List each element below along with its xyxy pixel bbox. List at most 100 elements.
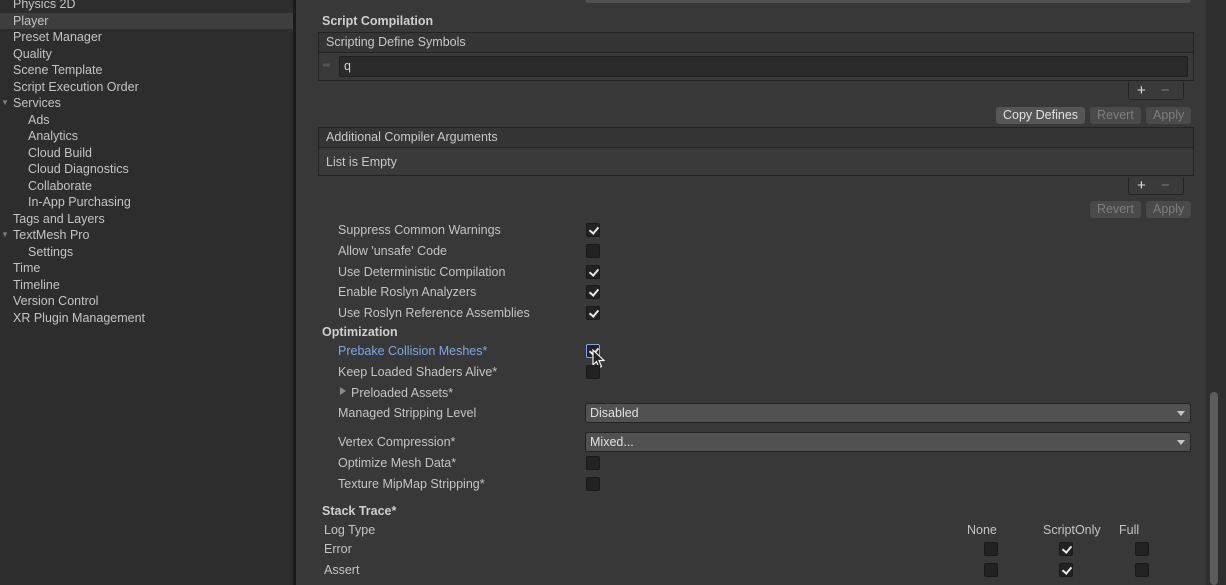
sidebar-item-label: Tags and Layers (13, 211, 105, 226)
sidebar-item-label: Player (13, 13, 49, 28)
chevron-down-icon (1177, 440, 1185, 445)
sidebar-item[interactable]: Ads (0, 112, 293, 129)
assert-none-checkbox[interactable] (984, 563, 998, 577)
remove-icon[interactable]: − (1161, 82, 1170, 100)
error-none-checkbox[interactable] (984, 542, 998, 556)
column-none-header: None (967, 523, 997, 537)
section-title-script-compilation: Script Compilation (322, 14, 434, 28)
cutoff-field[interactable] (585, 0, 1191, 3)
deterministic-compilation-label: Use Deterministic Compilation (338, 265, 506, 279)
sidebar-item-label: TextMesh Pro (13, 228, 90, 242)
sidebar-item[interactable]: Settings (0, 244, 293, 261)
managed-stripping-level-dropdown[interactable]: Disabled (585, 403, 1191, 423)
sidebar-item-label: Time (13, 261, 41, 275)
sidebar-item[interactable]: Analytics (0, 128, 293, 145)
optimize-mesh-data-label: Optimize Mesh Data* (338, 456, 457, 470)
sidebar-item[interactable]: Collaborate (0, 178, 293, 195)
column-full-header: Full (1119, 523, 1140, 537)
expand-arrow-icon[interactable]: ▼ (1, 95, 9, 112)
expand-arrow-icon[interactable]: ▼ (1, 227, 9, 244)
sidebar-item[interactable]: In-App Purchasing (0, 194, 293, 211)
sidebar-item[interactable]: Time (0, 260, 293, 277)
remove-icon[interactable]: − (1161, 177, 1170, 195)
apply-args-button[interactable]: Apply (1146, 201, 1192, 218)
managed-stripping-level-label: Managed Stripping Level (338, 406, 477, 420)
apply-defines-button[interactable]: Apply (1146, 107, 1192, 124)
assert-full-checkbox[interactable] (1135, 563, 1149, 577)
roslyn-reference-assemblies-label: Use Roslyn Reference Assemblies (338, 306, 530, 320)
sidebar-item-label: Quality (13, 46, 52, 61)
sidebar-item[interactable]: Timeline (0, 277, 293, 294)
scripting-define-symbols-header: Scripting Define Symbols (318, 32, 1194, 53)
assert-scriptonly-checkbox[interactable] (1059, 563, 1073, 577)
sidebar-item[interactable]: ▼ TextMesh Pro (0, 227, 293, 244)
allow-unsafe-code-label: Allow 'unsafe' Code (338, 244, 448, 258)
allow-unsafe-code-checkbox[interactable] (586, 244, 600, 258)
sidebar-item[interactable]: Script Execution Order (0, 79, 293, 96)
vertex-compression-label: Vertex Compression* (338, 435, 456, 449)
dropdown-value: Mixed... (590, 435, 634, 449)
section-title-optimization: Optimization (322, 325, 398, 339)
drag-handle-icon[interactable]: ═ (323, 61, 333, 71)
roslyn-analyzers-checkbox[interactable] (586, 285, 600, 299)
revert-defines-button[interactable]: Revert (1090, 107, 1141, 124)
copy-defines-button[interactable]: Copy Defines (996, 107, 1086, 124)
vertex-compression-dropdown[interactable]: Mixed... (585, 432, 1191, 452)
sidebar-item-label: In-App Purchasing (28, 195, 131, 209)
sidebar-item[interactable]: XR Plugin Management (0, 310, 293, 327)
add-icon[interactable]: + (1137, 82, 1146, 100)
chevron-down-icon (1177, 411, 1185, 416)
sidebar-item-label: Script Execution Order (13, 79, 139, 94)
settings-sidebar: Physics 2D Player Preset Manager Quality Sce… (0, 0, 293, 585)
texture-mipmap-stripping-checkbox[interactable] (586, 477, 600, 491)
error-full-checkbox[interactable] (1135, 542, 1149, 556)
sidebar-item-label: Services (13, 96, 61, 110)
roslyn-reference-assemblies-checkbox[interactable] (586, 306, 600, 320)
sidebar-item-label: Version Control (13, 294, 99, 308)
log-type-error-label: Error (324, 542, 352, 556)
sidebar-item-label: Cloud Diagnostics (28, 162, 129, 176)
sidebar-item[interactable]: Cloud Diagnostics (0, 161, 293, 178)
sidebar-item[interactable]: Preset Manager (0, 29, 293, 46)
log-type-header: Log Type (324, 523, 376, 537)
add-icon[interactable]: + (1137, 177, 1146, 195)
sidebar-item[interactable]: Version Control (0, 293, 293, 310)
scrollbar-thumb[interactable] (1210, 392, 1218, 585)
sidebar-item-label: Preset Manager (13, 30, 102, 44)
optimize-mesh-data-checkbox[interactable] (586, 456, 600, 470)
suppress-common-warnings-label: Suppress Common Warnings (338, 223, 501, 237)
deterministic-compilation-checkbox[interactable] (586, 265, 600, 279)
define-symbol-input[interactable]: q (339, 56, 1188, 77)
compiler-args-add-remove: + − (1128, 177, 1184, 195)
preloaded-assets-foldout[interactable]: Preloaded Assets* (351, 384, 453, 402)
error-scriptonly-checkbox[interactable] (1059, 542, 1073, 556)
sidebar-item-label: Scene Template (13, 63, 103, 77)
suppress-common-warnings-checkbox[interactable] (586, 223, 600, 237)
foldout-arrow-icon[interactable] (340, 387, 346, 395)
keep-loaded-shaders-label: Keep Loaded Shaders Alive* (338, 365, 498, 379)
dropdown-value: Disabled (590, 406, 639, 420)
define-symbols-add-remove: + − (1128, 82, 1184, 100)
revert-args-button[interactable]: Revert (1090, 201, 1141, 218)
log-type-assert-label: Assert (324, 563, 360, 577)
sidebar-item[interactable]: Player (0, 12, 293, 29)
sidebar-divider[interactable] (293, 0, 296, 585)
sidebar-item[interactable]: ▼ Services (0, 95, 293, 112)
sidebar-item[interactable]: Physics 2D (0, 0, 293, 13)
sidebar-item-label: Cloud Build (28, 145, 92, 160)
sidebar-item-label: XR Plugin Management (13, 310, 146, 325)
sidebar-item[interactable]: Cloud Build (0, 145, 293, 162)
sidebar-item-label: Collaborate (28, 178, 92, 193)
sidebar-item-label: Physics 2D (13, 0, 76, 11)
roslyn-analyzers-label: Enable Roslyn Analyzers (338, 285, 477, 299)
keep-loaded-shaders-checkbox[interactable] (586, 365, 600, 379)
column-scriptonly-header: ScriptOnly (1043, 523, 1101, 537)
sidebar-item-label: Settings (28, 244, 74, 259)
sidebar-item[interactable]: Scene Template (0, 62, 293, 79)
section-title-stack-trace: Stack Trace* (322, 504, 397, 518)
sidebar-item-label: Timeline (13, 277, 60, 292)
sidebar-item-label: Ads (28, 112, 50, 127)
sidebar-item[interactable]: Quality (0, 46, 293, 63)
sidebar-item[interactable]: Tags and Layers (0, 211, 293, 228)
prebake-collision-meshes-label: Prebake Collision Meshes* (338, 344, 488, 358)
